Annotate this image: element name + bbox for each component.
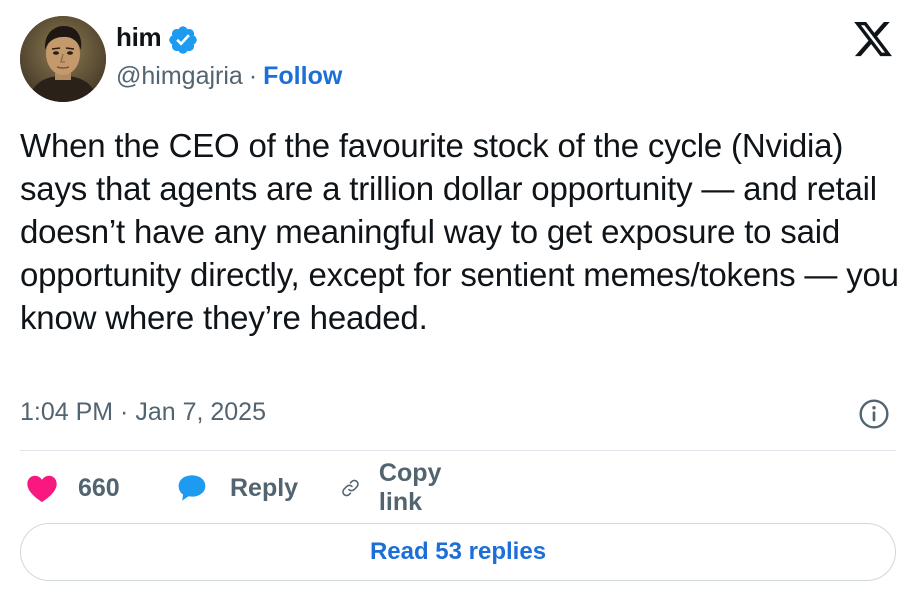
avatar[interactable] bbox=[20, 16, 106, 102]
reply-label: Reply bbox=[230, 473, 299, 502]
verified-badge-icon bbox=[169, 26, 197, 54]
copy-link-label: Copy link bbox=[378, 459, 442, 516]
handle-separator: · bbox=[248, 62, 258, 90]
heart-icon bbox=[27, 475, 57, 503]
copy-link-button[interactable]: Copy link bbox=[340, 459, 453, 516]
display-name[interactable]: him bbox=[116, 22, 162, 53]
read-replies-label: Read 53 replies bbox=[369, 538, 547, 565]
tweet-text: When the CEO of the favourite stock of t… bbox=[20, 127, 899, 336]
x-logo-icon[interactable] bbox=[852, 18, 894, 60]
read-replies-button[interactable]: Read 53 replies bbox=[20, 523, 896, 581]
timestamp[interactable]: 1:04 PM · Jan 7, 2025 bbox=[20, 398, 266, 427]
follow-link[interactable]: Follow bbox=[263, 62, 342, 90]
link-icon bbox=[342, 479, 359, 497]
like-button[interactable]: 660 bbox=[26, 466, 120, 510]
like-count: 660 bbox=[78, 473, 120, 502]
tweet-card: him @himgajria · Follow When the CEO of th… bbox=[0, 0, 920, 602]
divider bbox=[20, 450, 896, 451]
info-icon[interactable] bbox=[858, 398, 890, 430]
handle-row: @himgajria · Follow bbox=[116, 62, 342, 91]
avatar-image bbox=[20, 16, 106, 102]
speech-bubble-icon bbox=[178, 475, 206, 501]
reply-button[interactable]: Reply bbox=[176, 466, 298, 510]
author-handle[interactable]: @himgajria bbox=[116, 62, 243, 90]
